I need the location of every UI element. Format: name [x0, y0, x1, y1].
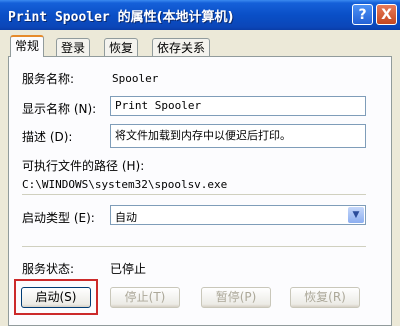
stop-button[interactable]: 停止(T)	[110, 287, 180, 308]
exe-path-value: C:\WINDOWS\system32\spoolsv.exe	[22, 178, 228, 191]
window-title-service: Print Spooler	[8, 10, 110, 25]
service-name-value: Spooler	[112, 72, 159, 85]
description-field[interactable]: 将文件加载到内存中以便迟后打印。	[110, 124, 366, 148]
help-button[interactable]: ?	[352, 4, 373, 25]
description-value: 将文件加载到内存中以便迟后打印。	[115, 129, 291, 142]
display-name-label: 显示名称 (N):	[22, 102, 97, 116]
tab-dependencies[interactable]: 依存关系	[152, 38, 211, 56]
exe-path-underline	[22, 194, 366, 195]
section-divider	[22, 246, 366, 247]
startup-type-value: 自动	[115, 211, 137, 224]
pause-button[interactable]: 暂停(P)	[201, 287, 271, 308]
close-button[interactable]: X	[376, 4, 397, 25]
chevron-down-icon[interactable]: ▼	[348, 207, 364, 223]
resume-button[interactable]: 恢复(R)	[290, 287, 360, 308]
description-label: 描述 (D):	[22, 130, 73, 144]
service-status-label: 服务状态:	[22, 262, 75, 276]
tab-logon[interactable]: 登录	[56, 38, 91, 56]
start-button-highlight	[14, 279, 98, 315]
tab-recovery[interactable]: 恢复	[104, 38, 139, 56]
startup-type-select[interactable]: 自动 ▼	[110, 205, 366, 225]
title-bar[interactable]: Print Spooler 的属性(本地计算机) ? X	[0, 0, 400, 30]
tab-general[interactable]: 常规	[10, 35, 45, 57]
service-name-label: 服务名称:	[22, 72, 75, 86]
window-title-suffix: 的属性(本地计算机)	[117, 10, 234, 25]
display-name-field[interactable]: Print Spooler	[110, 96, 366, 116]
service-status-value: 已停止	[110, 262, 147, 276]
exe-path-label: 可执行文件的路径 (H):	[22, 159, 145, 173]
startup-type-label: 启动类型 (E):	[22, 211, 95, 225]
display-name-value: Print Spooler	[115, 99, 202, 112]
window-title: Print Spooler 的属性(本地计算机)	[8, 6, 233, 25]
